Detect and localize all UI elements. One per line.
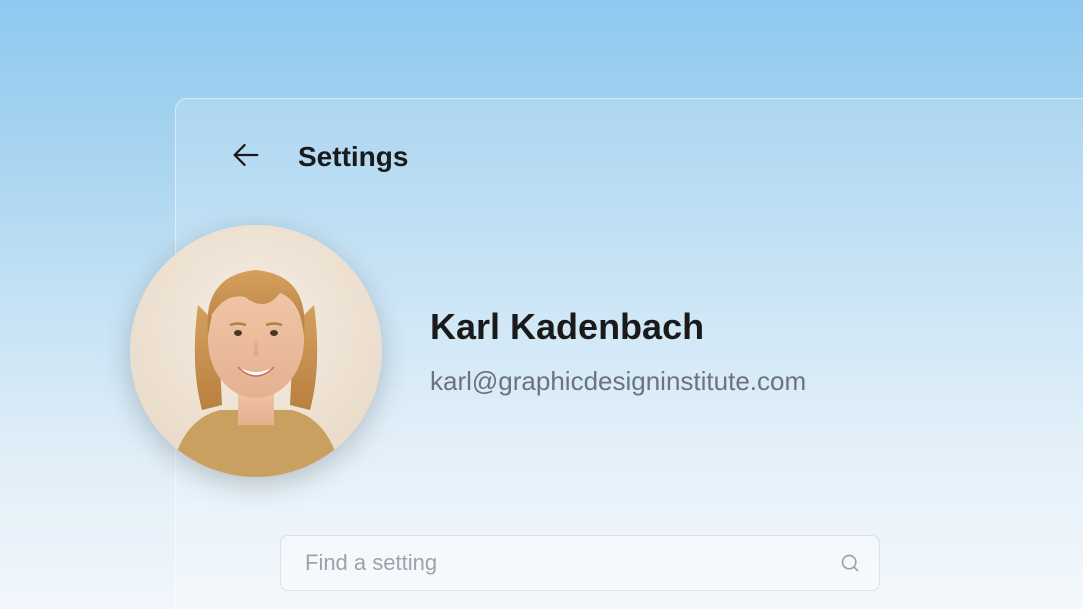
- arrow-left-icon: [229, 138, 263, 177]
- avatar[interactable]: [130, 225, 382, 477]
- profile-email: karl@graphicdesigninstitute.com: [430, 366, 806, 397]
- header: Settings: [176, 99, 1083, 177]
- back-button[interactable]: [226, 137, 266, 177]
- search-input[interactable]: [280, 535, 880, 591]
- profile-info: Karl Kadenbach karl@graphicdesigninstitu…: [430, 306, 806, 397]
- profile-name: Karl Kadenbach: [430, 306, 806, 348]
- search-box: [280, 535, 880, 591]
- avatar-image: [130, 225, 382, 477]
- search-icon: [840, 553, 860, 573]
- page-title: Settings: [298, 141, 408, 173]
- search-container: [280, 535, 880, 591]
- profile-section: Karl Kadenbach karl@graphicdesigninstitu…: [130, 225, 806, 477]
